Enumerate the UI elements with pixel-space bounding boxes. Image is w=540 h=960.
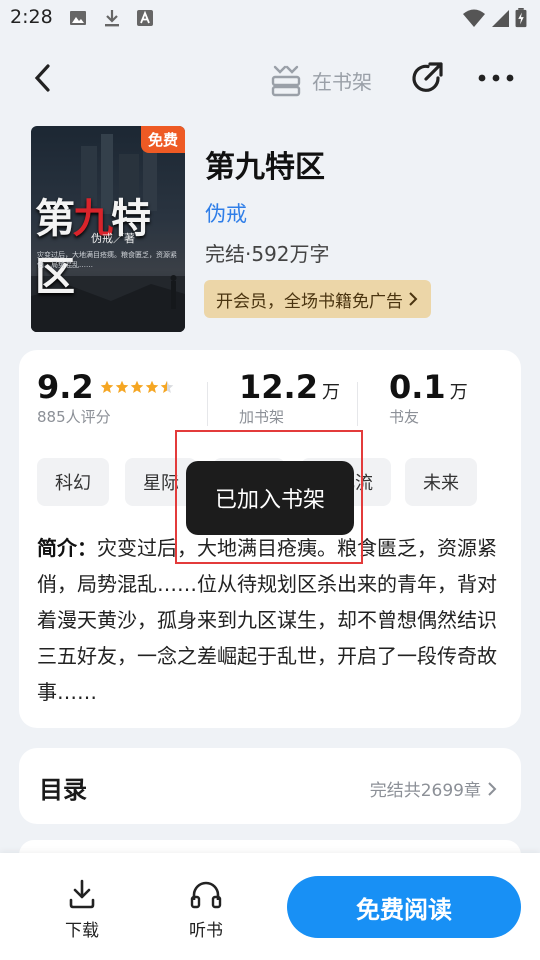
rating-block[interactable]: 9.2 885人评分 (37, 368, 174, 427)
shelf-count-block: 12.2 万 加书架 (239, 368, 340, 427)
bookshelf-icon (271, 65, 301, 97)
font-notification-icon (137, 10, 153, 26)
shelf-count-label: 加书架 (239, 408, 285, 426)
toc-chapter-count: 完结共2699章 (369, 781, 481, 801)
shelf-count-value: 12.2 (239, 368, 318, 406)
rating-stars (100, 380, 174, 394)
download-label: 下载 (65, 921, 99, 941)
listen-button[interactable]: 听书 (176, 878, 236, 941)
download-notification-icon (105, 10, 119, 27)
divider (207, 382, 208, 426)
status-bar: 2:28 (0, 0, 540, 36)
star-icon (115, 380, 128, 393)
book-title: 第九特区 (205, 150, 325, 185)
listen-label: 听书 (189, 921, 223, 941)
book-status: 完结·592万字 (205, 242, 330, 266)
download-button[interactable]: 下载 (52, 878, 112, 941)
cover-title-pre: 第 (35, 195, 75, 242)
rating-count: 885人评分 (37, 408, 111, 426)
signal-icon (492, 10, 509, 27)
share-icon[interactable] (408, 60, 446, 98)
toc-info: 完结共2699章 (370, 776, 497, 801)
tag-future[interactable]: 未来 (405, 458, 477, 506)
friends-count-value: 0.1 (389, 368, 446, 406)
friends-count-unit: 万 (449, 382, 468, 403)
tag-scifi[interactable]: 科幻 (37, 458, 109, 506)
back-icon[interactable] (28, 60, 60, 96)
highlight-box (175, 430, 363, 564)
cover-blurb: 灾变过后，大地满目疮痍。粮食匮乏，资源紧俏，局势混乱…… (37, 251, 177, 269)
book-cover[interactable]: 免费 第九特区 伪戒／著 灾变过后，大地满目疮痍。粮食匮乏，资源紧俏，局势混乱…… (31, 126, 185, 332)
battery-icon (515, 8, 527, 28)
toc-label: 目录 (39, 776, 87, 804)
free-read-button[interactable]: 免费阅读 (287, 876, 521, 938)
table-of-contents-row[interactable]: 目录 完结共2699章 (19, 748, 521, 824)
more-options-icon[interactable] (476, 64, 516, 92)
cover-author: 伪戒／著 (91, 232, 135, 245)
download-icon (69, 879, 95, 909)
vip-promo-button[interactable]: 开会员，全场书籍免广告 (204, 280, 431, 318)
image-notification-icon (70, 11, 86, 25)
half-star-icon (160, 380, 173, 393)
star-icon (100, 380, 113, 393)
wifi-icon (463, 9, 485, 27)
rating-value: 9.2 (37, 368, 94, 406)
divider (357, 382, 358, 426)
chevron-right-icon (409, 292, 418, 306)
shelf-count-unit: 万 (321, 382, 340, 403)
on-shelf-indicator[interactable]: 在书架 (270, 60, 372, 100)
synopsis-label: 简介： (37, 536, 97, 560)
chevron-right-icon (488, 781, 497, 796)
star-icon (130, 380, 143, 393)
friends-block[interactable]: 0.1 万 书友 (389, 368, 468, 427)
star-icon (145, 380, 158, 393)
friends-count-label: 书友 (389, 408, 420, 426)
status-time: 2:28 (10, 6, 53, 28)
vip-promo-label: 开会员，全场书籍免广告 (216, 291, 403, 312)
on-shelf-label: 在书架 (312, 69, 372, 94)
book-author-link[interactable]: 伪戒 (205, 198, 247, 228)
free-badge: 免费 (140, 126, 185, 153)
headphones-icon (190, 881, 222, 909)
